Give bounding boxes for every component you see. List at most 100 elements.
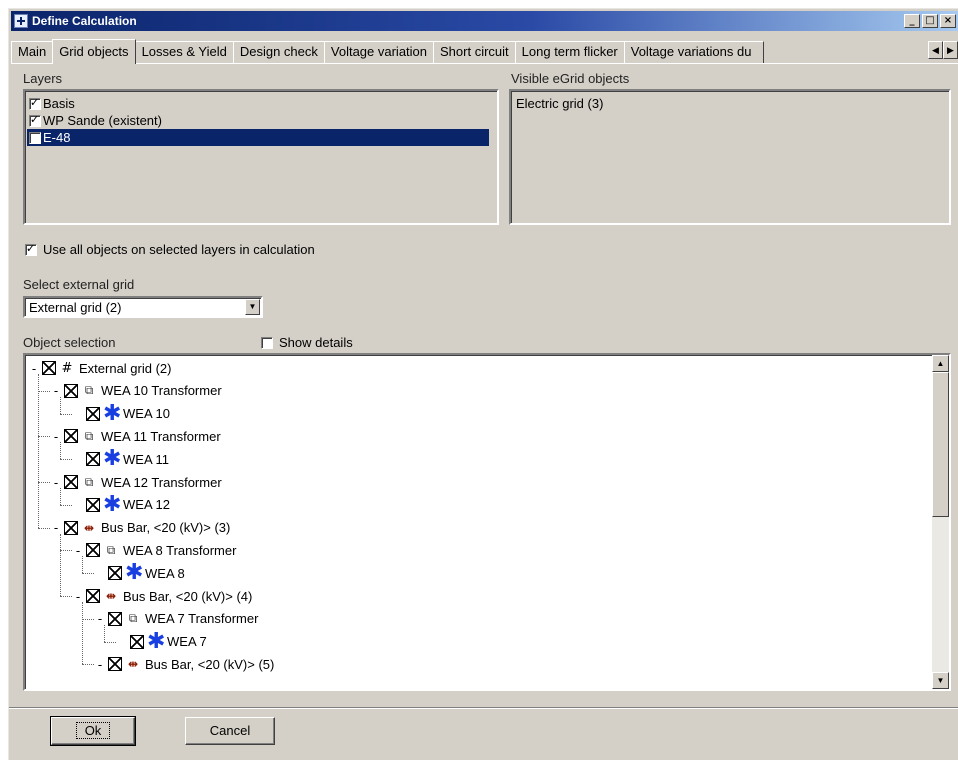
tree-node-checkbox[interactable] <box>64 475 78 489</box>
wind-turbine-icon: ✱ <box>103 491 122 517</box>
external-grid-select[interactable]: External grid (2) ▼ <box>23 296 263 318</box>
tree-connector <box>60 488 61 505</box>
tree-connector <box>60 442 61 460</box>
use-all-objects-option[interactable]: Use all objects on selected layers in ca… <box>25 242 315 257</box>
layer-item-wp-sande[interactable]: WP Sande (existent) <box>27 112 497 129</box>
cancel-button[interactable]: Cancel <box>185 717 275 745</box>
transformer-icon: ⧉ <box>84 383 94 398</box>
egrid-object-item[interactable]: Electric grid (3) <box>514 95 949 112</box>
tab-main[interactable]: Main <box>11 41 54 63</box>
tree-scrollbar[interactable]: ▲ ▼ <box>932 355 949 689</box>
tree-connector <box>82 602 83 665</box>
scroll-down-icon[interactable]: ▼ <box>932 672 949 689</box>
show-details-checkbox[interactable] <box>261 336 273 349</box>
scroll-up-icon[interactable]: ▲ <box>932 355 949 372</box>
tab-long-term-flicker[interactable]: Long term flicker <box>514 41 625 63</box>
tree-node-checkbox[interactable] <box>42 361 56 375</box>
minimize-button[interactable]: _ <box>904 14 920 28</box>
use-all-objects-label: Use all objects on selected layers in ca… <box>43 242 315 257</box>
tree-node[interactable]: ✱ WEA 12 <box>73 491 170 517</box>
title-bar[interactable]: Define Calculation _ □ × <box>11 11 958 31</box>
tree-node-checkbox[interactable] <box>86 543 100 558</box>
tree-node[interactable]: - ⧉ WEA 11 Transformer <box>51 425 221 447</box>
tree-node-checkbox[interactable] <box>108 657 122 672</box>
tree-node[interactable]: - ⧉ WEA 7 Transformer <box>95 608 259 630</box>
define-calculation-dialog: Define Calculation _ □ × Main Grid objec… <box>8 8 958 760</box>
wind-turbine-icon: ✱ <box>125 560 144 586</box>
use-all-objects-checkbox[interactable] <box>25 242 37 256</box>
tree-node[interactable]: ✱ WEA 10 <box>73 400 170 426</box>
layer-item-e48[interactable]: E-48 <box>27 129 489 146</box>
tree-connector <box>38 436 50 438</box>
tree-node-label: WEA 12 Transformer <box>101 474 222 490</box>
tree-connector <box>82 556 83 574</box>
tree-node-label: External grid (2) <box>79 360 172 376</box>
wind-turbine-icon: ✱ <box>103 400 122 426</box>
tree-connector <box>38 482 50 483</box>
tree-node[interactable]: - ⇼ Bus Bar, <20 (kV)> (4) <box>73 585 253 607</box>
tree-node-label: WEA 12 <box>123 497 170 513</box>
show-details-label: Show details <box>279 335 353 350</box>
tree-node-checkbox[interactable] <box>86 406 100 421</box>
tree-node-checkbox[interactable] <box>108 611 122 626</box>
tree-connector <box>104 624 105 642</box>
tab-design-check[interactable]: Design check <box>232 41 325 63</box>
tree-connector <box>60 396 61 414</box>
tab-losses-yield[interactable]: Losses & Yield <box>134 41 234 63</box>
tree-node[interactable]: - ⇼ Bus Bar, <20 (kV)> (5) <box>95 653 275 675</box>
collapse-toggle-icon[interactable]: - <box>95 657 105 672</box>
wind-turbine-icon: ✱ <box>147 628 166 654</box>
bus-bar-icon: ⇼ <box>127 657 139 672</box>
tree-node-checkbox[interactable] <box>64 429 78 444</box>
tree-node-checkbox[interactable] <box>64 383 78 398</box>
tree-node[interactable]: - ⧉ WEA 8 Transformer <box>73 539 237 561</box>
object-selection-tree: ▲ ▼ - # External grid (2) - ⧉ WEA 10 Transfor… <box>23 353 951 691</box>
close-button[interactable]: × <box>940 14 956 28</box>
object-selection-label: Object selection <box>23 335 116 350</box>
tab-scroll-left-icon[interactable]: ◀ <box>928 41 943 59</box>
layer-checkbox-basis[interactable] <box>29 96 41 110</box>
tree-node[interactable]: - ⇼ Bus Bar, <20 (kV)> (3) <box>51 517 231 539</box>
maximize-button[interactable]: □ <box>922 14 938 28</box>
tree-connector <box>60 504 72 506</box>
tree-connector <box>60 596 72 597</box>
transformer-icon: ⧉ <box>84 428 94 443</box>
tree-node[interactable]: - ⧉ WEA 10 Transformer <box>51 380 222 402</box>
tree-node-checkbox[interactable] <box>86 589 100 603</box>
layer-item-basis[interactable]: Basis <box>27 95 497 112</box>
layer-checkbox-e48[interactable] <box>29 131 41 144</box>
grid-icon: # <box>61 360 73 376</box>
tree-node[interactable]: - ⧉ WEA 12 Transformer <box>51 471 222 493</box>
tree-connector <box>60 413 72 415</box>
layer-label: Basis <box>43 96 75 111</box>
tab-grid-objects[interactable]: Grid objects <box>52 39 136 64</box>
tree-node-checkbox[interactable] <box>64 520 78 535</box>
layer-checkbox-wp-sande[interactable] <box>29 113 41 127</box>
tree-node-checkbox[interactable] <box>86 452 100 467</box>
tab-panel-edge <box>11 63 958 64</box>
transformer-icon: ⧉ <box>84 474 94 489</box>
tree-node-checkbox[interactable] <box>86 497 100 512</box>
tab-scroll-buttons: ◀ ▶ <box>928 41 958 59</box>
tree-connector <box>38 390 50 392</box>
layer-label: WP Sande (existent) <box>43 113 162 128</box>
ok-button[interactable]: Ok <box>50 716 136 746</box>
tree-node[interactable]: - # External grid (2) <box>29 357 172 379</box>
tree-node[interactable]: ✱ WEA 7 <box>117 628 207 654</box>
tab-scroll-right-icon[interactable]: ▶ <box>943 41 958 59</box>
visible-egrid-objects-list: Electric grid (3) <box>509 89 951 225</box>
tab-voltage-variations-du[interactable]: Voltage variations du <box>623 41 764 63</box>
tree-node-checkbox[interactable] <box>130 634 144 649</box>
tree-connector <box>38 527 50 529</box>
tree-connector <box>38 374 39 528</box>
dropdown-arrow-icon[interactable]: ▼ <box>245 299 260 315</box>
tab-voltage-variation[interactable]: Voltage variation <box>323 41 435 63</box>
tree-node-checkbox[interactable] <box>108 566 122 581</box>
tree-node[interactable]: ✱ WEA 8 <box>95 562 185 584</box>
tree-node[interactable]: ✱ WEA 11 <box>73 448 169 470</box>
show-details-option[interactable]: Show details <box>261 335 353 350</box>
layers-list: Basis WP Sande (existent) E-48 <box>23 89 499 225</box>
tree-node-label: WEA 7 <box>167 634 207 650</box>
scroll-thumb[interactable] <box>932 372 949 517</box>
tab-short-circuit[interactable]: Short circuit <box>433 41 516 63</box>
